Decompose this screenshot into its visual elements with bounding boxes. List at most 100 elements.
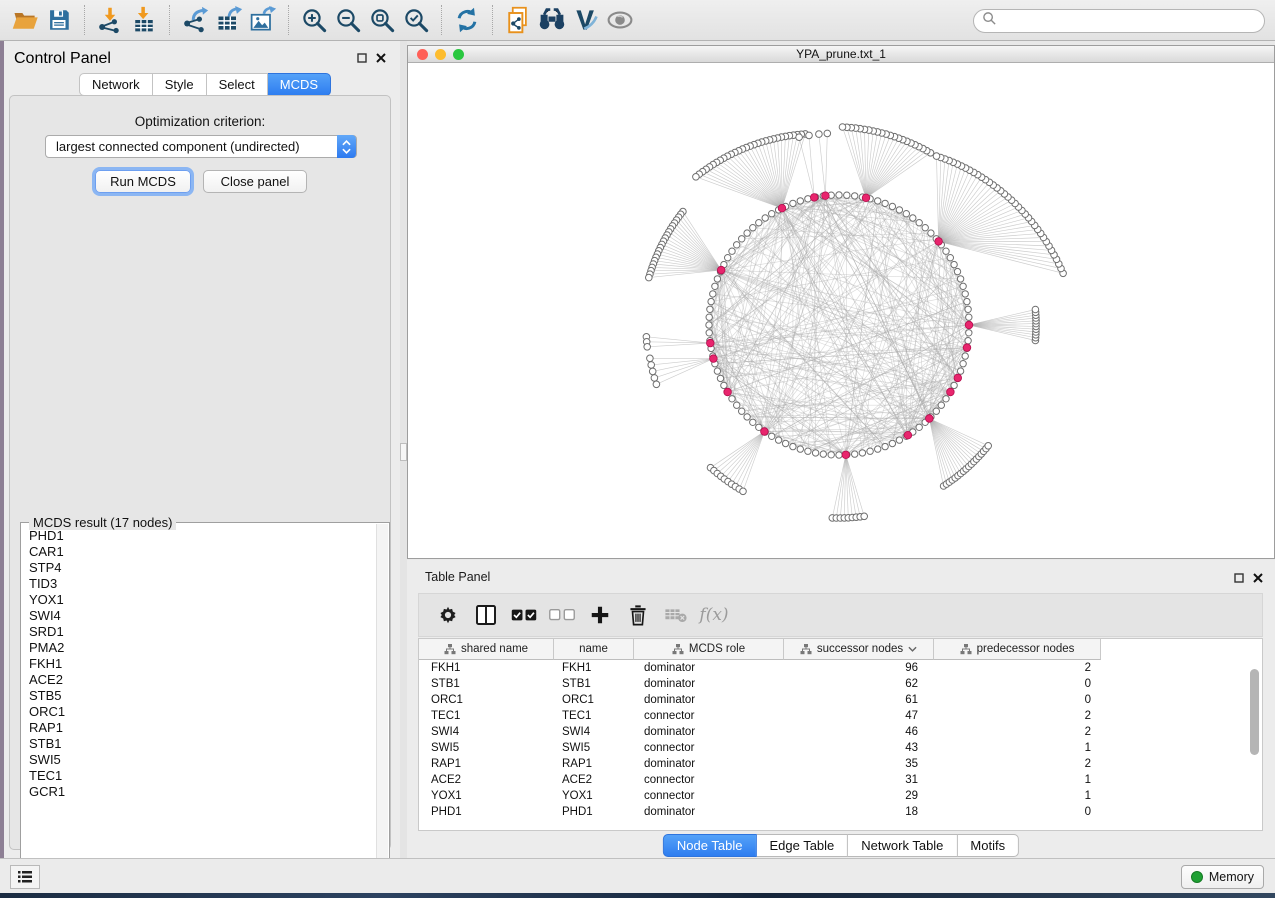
task-history-button[interactable] (10, 865, 40, 889)
zoom-fit-icon[interactable] (365, 4, 399, 36)
column-header-shared-name[interactable]: shared name (419, 639, 554, 660)
tab-network[interactable]: Network (79, 73, 153, 96)
close-panel-icon[interactable] (376, 50, 386, 68)
vizmapper-icon[interactable] (569, 4, 603, 36)
table-cell: FKH1 (554, 662, 634, 674)
float-panel-icon[interactable] (357, 50, 367, 68)
column-header-predecessor-nodes[interactable]: predecessor nodes (934, 639, 1101, 660)
mcds-result-item[interactable]: STP4 (29, 560, 378, 576)
mcds-result-item[interactable]: STB1 (29, 736, 378, 752)
table-row[interactable]: SWI5SWI5connector431 (419, 740, 1101, 756)
panel-splitter[interactable] (400, 41, 407, 858)
mcds-result-item[interactable]: RAP1 (29, 720, 378, 736)
network-canvas[interactable] (408, 64, 1274, 558)
list-icon (17, 870, 33, 884)
toolbar-separator (84, 5, 85, 35)
search-input[interactable] (973, 9, 1265, 33)
table-cell: 61 (784, 694, 934, 706)
import-network-icon[interactable] (93, 4, 127, 36)
table-cell: SWI5 (554, 742, 634, 754)
search-icon (982, 11, 997, 31)
mcds-result-item[interactable]: TID3 (29, 576, 378, 592)
mcds-result-item[interactable]: GCR1 (29, 784, 378, 800)
close-panel-icon[interactable] (1253, 570, 1263, 588)
splitter-handle-icon[interactable] (400, 443, 407, 461)
save-session-icon[interactable] (42, 4, 76, 36)
table-row[interactable]: ACE2ACE2connector311 (419, 772, 1101, 788)
table-row[interactable]: TEC1TEC1connector472 (419, 708, 1101, 724)
show-hide-icon[interactable] (603, 4, 637, 36)
search-network-icon[interactable] (535, 4, 569, 36)
criterion-dropdown[interactable]: largest connected component (undirected) (45, 135, 357, 158)
tab-network-table[interactable]: Network Table (848, 834, 957, 857)
table-cell: 35 (784, 758, 934, 770)
mcds-result-item[interactable]: FKH1 (29, 656, 378, 672)
mcds-result-item[interactable]: PHD1 (29, 528, 378, 544)
zoom-selected-icon[interactable] (399, 4, 433, 36)
delete-icon[interactable] (619, 598, 657, 632)
mcds-list-scrollbar[interactable] (376, 524, 388, 891)
mcds-result-item[interactable]: SRD1 (29, 624, 378, 640)
table-scrollbar[interactable] (1250, 663, 1260, 823)
network-from-file-icon[interactable] (501, 4, 535, 36)
table-cell: 31 (784, 774, 934, 786)
zoom-out-icon[interactable] (331, 4, 365, 36)
tab-mcds[interactable]: MCDS (268, 73, 331, 96)
open-session-icon[interactable] (8, 4, 42, 36)
gear-icon[interactable] (429, 598, 467, 632)
deselect-all-icon[interactable] (543, 598, 581, 632)
mcds-result-item[interactable]: TEC1 (29, 768, 378, 784)
mcds-result-item[interactable]: SWI5 (29, 752, 378, 768)
function-builder-icon[interactable]: f(x) (695, 598, 733, 632)
table-cell: FKH1 (419, 662, 554, 674)
table-row[interactable]: SWI4SWI4dominator462 (419, 724, 1101, 740)
table-cell: ACE2 (554, 774, 634, 786)
float-panel-icon[interactable] (1234, 570, 1244, 588)
table-cell: connector (634, 742, 784, 754)
run-mcds-button[interactable]: Run MCDS (95, 170, 191, 193)
delete-table-icon[interactable] (657, 598, 695, 632)
table-cell: dominator (634, 726, 784, 738)
tab-select[interactable]: Select (207, 73, 268, 96)
import-table-icon[interactable] (127, 4, 161, 36)
column-header-name[interactable]: name (554, 639, 634, 660)
table-cell: STB1 (554, 678, 634, 690)
mcds-result-item[interactable]: CAR1 (29, 544, 378, 560)
close-panel-button[interactable]: Close panel (203, 170, 307, 193)
table-row[interactable]: PHD1PHD1dominator180 (419, 804, 1101, 820)
mcds-result-item[interactable]: ACE2 (29, 672, 378, 688)
network-window-titlebar[interactable]: YPA_prune.txt_1 (408, 46, 1274, 63)
zoom-in-icon[interactable] (297, 4, 331, 36)
mcds-result-item[interactable]: STB5 (29, 688, 378, 704)
table-cell: SWI5 (419, 742, 554, 754)
table-row[interactable]: RAP1RAP1dominator352 (419, 756, 1101, 772)
refresh-layout-icon[interactable] (450, 4, 484, 36)
table-row[interactable]: ORC1ORC1dominator610 (419, 692, 1101, 708)
add-column-icon[interactable] (581, 598, 619, 632)
toolbar-separator (169, 5, 170, 35)
memory-button[interactable]: Memory (1181, 865, 1264, 889)
select-all-icon[interactable] (505, 598, 543, 632)
mcds-result-item[interactable]: PMA2 (29, 640, 378, 656)
mcds-result-item[interactable]: YOX1 (29, 592, 378, 608)
export-image-icon[interactable] (246, 4, 280, 36)
tab-motifs[interactable]: Motifs (957, 834, 1019, 857)
mcds-result-item[interactable]: ORC1 (29, 704, 378, 720)
split-columns-icon[interactable] (467, 598, 505, 632)
table-row[interactable]: YOX1YOX1connector291 (419, 788, 1101, 804)
export-table-icon[interactable] (212, 4, 246, 36)
table-row[interactable]: FKH1FKH1dominator962 (419, 660, 1101, 676)
column-header-mcds-role[interactable]: MCDS role (634, 639, 784, 660)
table-scrollbar-thumb[interactable] (1250, 669, 1259, 755)
main-toolbar (0, 0, 1275, 41)
toolbar-separator (492, 5, 493, 35)
tab-style[interactable]: Style (153, 73, 207, 96)
tab-node-table[interactable]: Node Table (663, 834, 757, 857)
mcds-result-list[interactable]: PHD1CAR1STP4TID3YOX1SWI4SRD1PMA2FKH1ACE2… (22, 528, 378, 891)
column-header-successor-nodes[interactable]: successor nodes (784, 639, 934, 660)
mcds-result-item[interactable]: SWI4 (29, 608, 378, 624)
network-view[interactable] (408, 64, 1274, 558)
table-row[interactable]: STB1STB1dominator620 (419, 676, 1101, 692)
export-network-icon[interactable] (178, 4, 212, 36)
tab-edge-table[interactable]: Edge Table (756, 834, 848, 857)
